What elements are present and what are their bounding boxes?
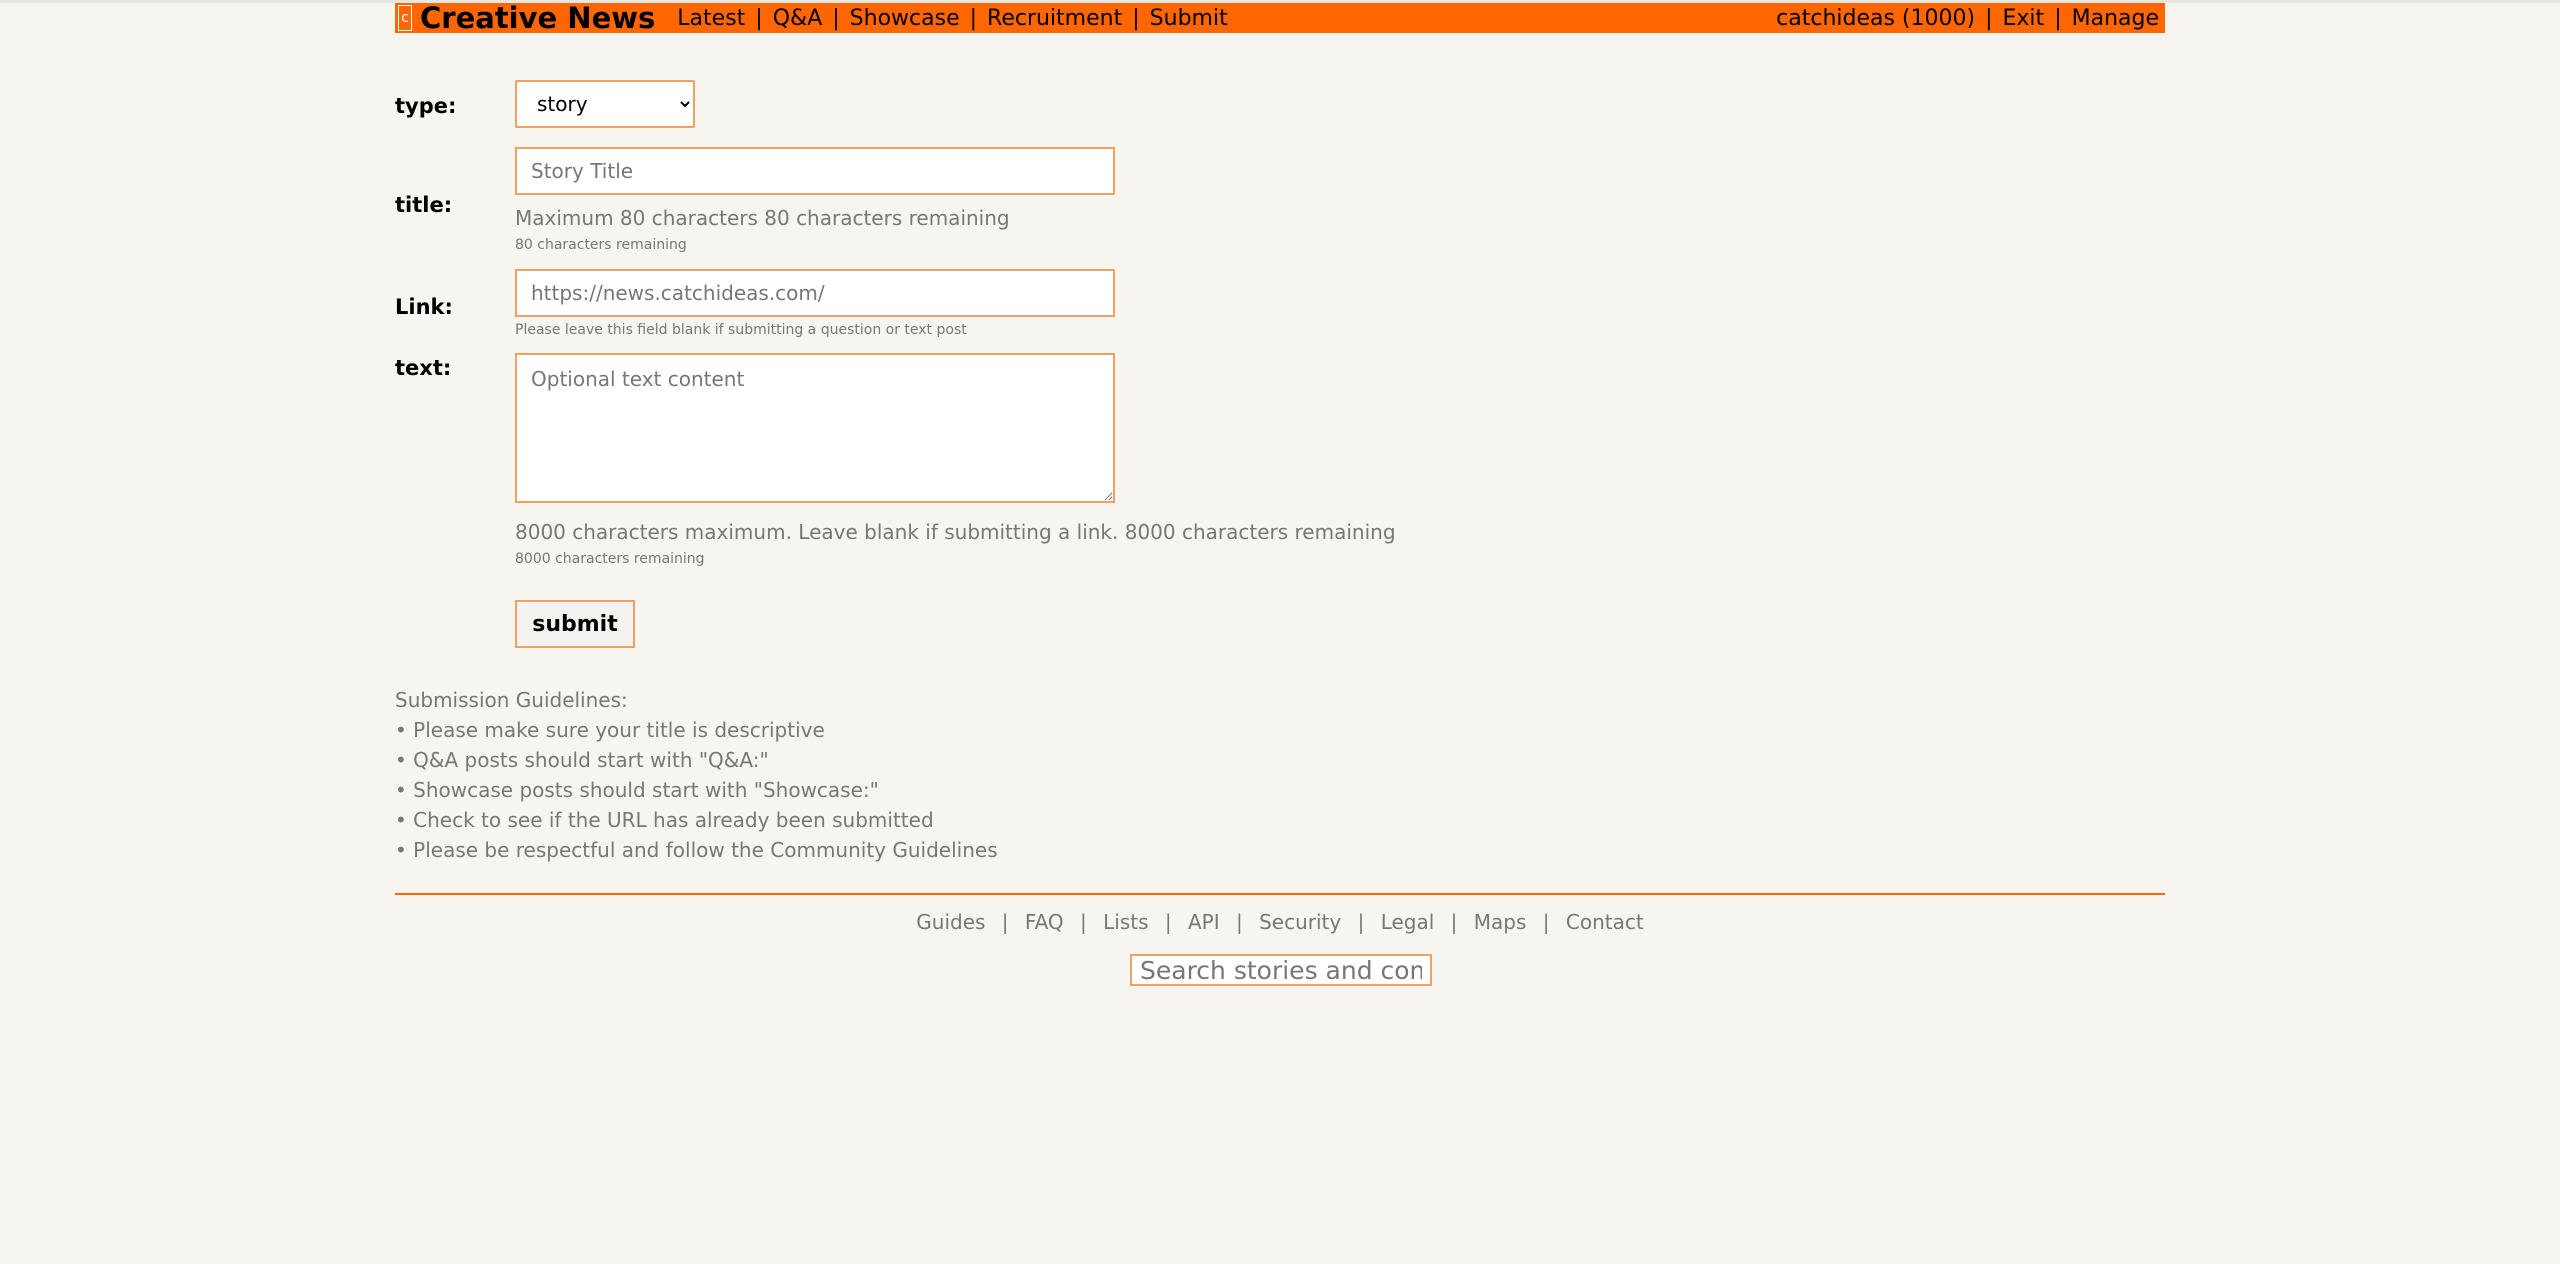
guideline-item: • Q&A posts should start with "Q&A:" (395, 748, 769, 772)
guideline-item: • Please make sure your title is descrip… (395, 718, 825, 742)
type-select[interactable]: story (515, 80, 695, 128)
nav-separator: | (755, 5, 763, 31)
nav-qa[interactable]: Q&A (773, 6, 823, 31)
footer-guides[interactable]: Guides (916, 910, 985, 934)
footer-security[interactable]: Security (1259, 910, 1341, 934)
guidelines-title: Submission Guidelines: (395, 688, 628, 712)
logo-icon[interactable]: c (398, 5, 412, 31)
footer-separator: | (1450, 910, 1458, 934)
title-input[interactable] (515, 147, 1115, 195)
submit-button[interactable]: submit (515, 600, 635, 648)
user-link[interactable]: catchideas (1000) (1776, 6, 1975, 31)
guideline-item: • Check to see if the URL has already be… (395, 808, 934, 832)
footer-separator: | (1357, 910, 1365, 934)
footer-separator: | (1235, 910, 1243, 934)
exit-link[interactable]: Exit (2003, 6, 2045, 31)
nav-separator: | (1132, 5, 1140, 31)
user-nav: catchideas (1000) | Exit | Manage (1776, 6, 2159, 31)
title-hint: Maximum 80 characters 80 characters rema… (515, 206, 1010, 230)
submission-guidelines: Submission Guidelines: • Please make sur… (395, 685, 998, 865)
nav-separator: | (1985, 5, 1993, 31)
footer-separator: | (1001, 910, 1009, 934)
footer-api[interactable]: API (1188, 910, 1220, 934)
text-counter: 8000 characters remaining (515, 551, 705, 567)
manage-link[interactable]: Manage (2072, 6, 2159, 31)
nav-showcase[interactable]: Showcase (850, 6, 960, 31)
header-bar: c Creative News Latest | Q&A | Showcase … (395, 1, 2165, 35)
text-input[interactable] (515, 353, 1115, 503)
nav-separator: | (2054, 5, 2062, 31)
title-counter: 80 characters remaining (515, 237, 687, 253)
nav-separator: | (832, 5, 840, 31)
nav-recruitment[interactable]: Recruitment (987, 6, 1122, 31)
footer-separator: | (1164, 910, 1172, 934)
text-hint: 8000 characters maximum. Leave blank if … (515, 520, 1396, 544)
type-label: type: (395, 94, 457, 118)
footer-legal[interactable]: Legal (1381, 910, 1435, 934)
site-title[interactable]: Creative News (420, 1, 655, 35)
main-nav: Latest | Q&A | Showcase | Recruitment | … (677, 6, 1227, 31)
footer-separator: | (1080, 910, 1087, 934)
footer-lists[interactable]: Lists (1103, 910, 1148, 934)
link-hint: Please leave this field blank if submitt… (515, 322, 967, 338)
nav-latest[interactable]: Latest (677, 6, 745, 31)
nav-separator: | (969, 5, 978, 31)
link-label: Link: (395, 295, 453, 319)
title-label: title: (395, 193, 453, 217)
footer-maps[interactable]: Maps (1474, 910, 1527, 934)
footer-contact[interactable]: Contact (1566, 910, 1644, 934)
nav-submit[interactable]: Submit (1150, 6, 1228, 31)
footer-divider (395, 893, 2165, 895)
footer-search-input[interactable] (1130, 954, 1432, 986)
guideline-item: • Please be respectful and follow the Co… (395, 838, 998, 862)
text-label: text: (395, 356, 452, 380)
guideline-item: • Showcase posts should start with "Show… (395, 778, 879, 802)
footer-separator: | (1542, 910, 1550, 934)
footer-faq[interactable]: FAQ (1025, 910, 1064, 934)
link-input[interactable] (515, 269, 1115, 317)
footer-links: Guides | FAQ | Lists | API | Security | … (395, 910, 2165, 934)
